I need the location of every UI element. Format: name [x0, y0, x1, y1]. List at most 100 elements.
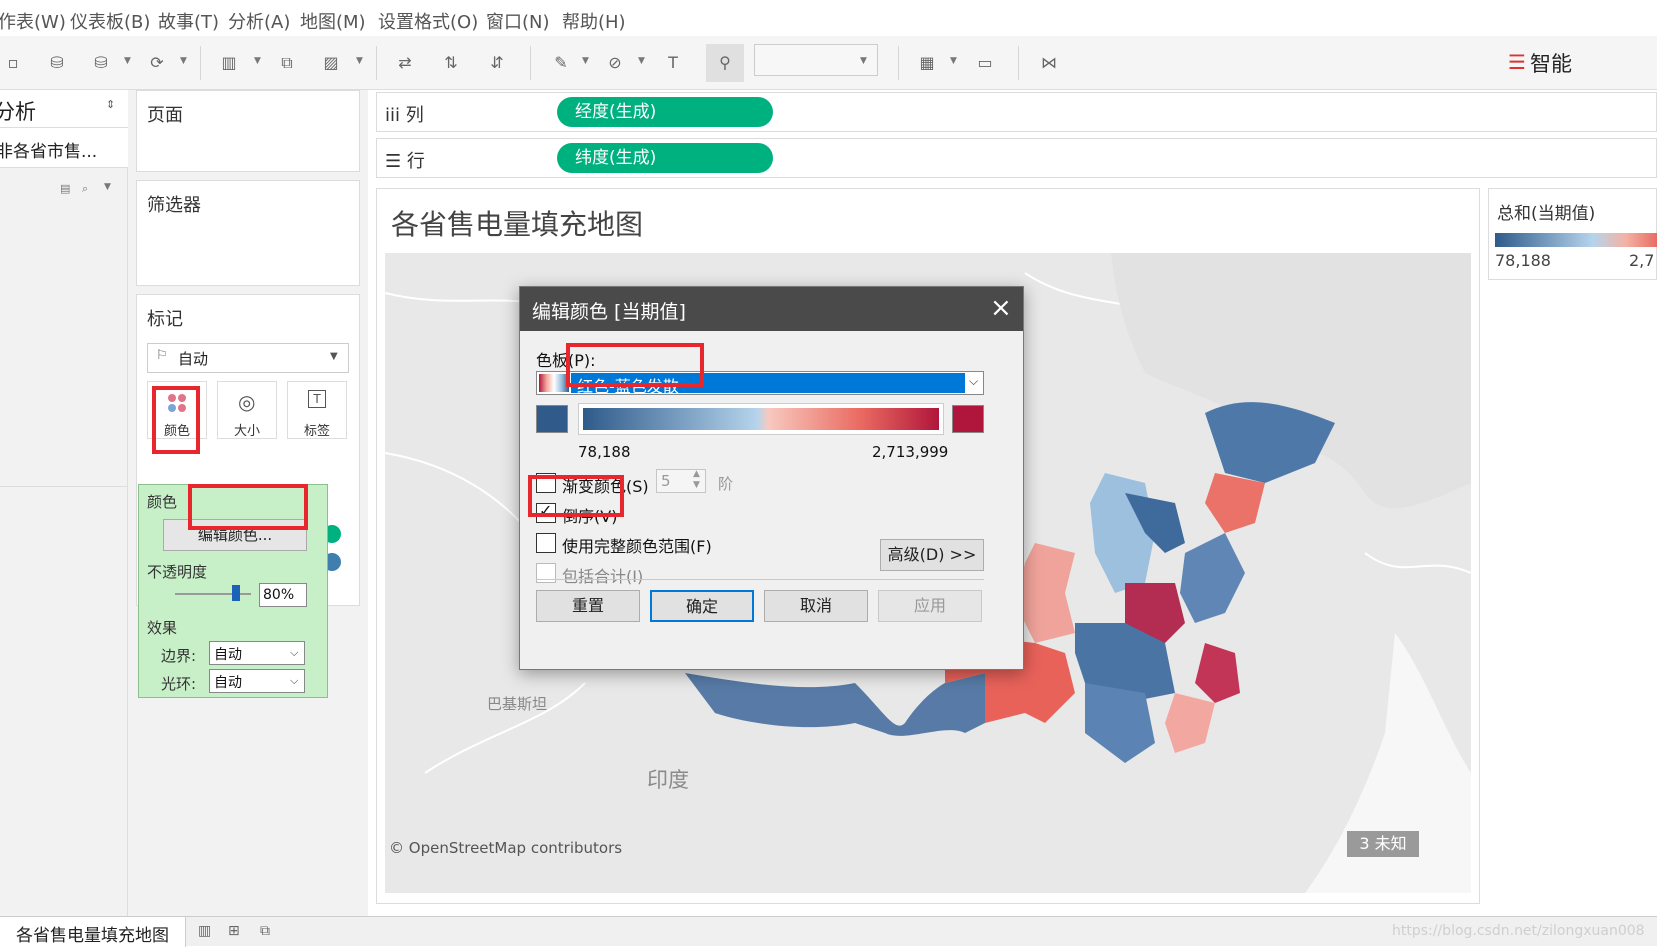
opacity-slider-thumb[interactable] [231, 585, 240, 601]
highlight-box [152, 386, 200, 454]
datasource-item[interactable]: 非各省市售... [0, 128, 128, 168]
marks-title: 标记 [147, 309, 183, 330]
new-dashboard-icon[interactable]: ⊞ [228, 923, 240, 939]
presentation-icon[interactable]: ▭ [972, 50, 998, 76]
new-datasource-icon[interactable]: ⛁ [44, 50, 70, 76]
chevron-down-icon[interactable]: ▼ [950, 56, 957, 66]
halo-label: 光环: [161, 675, 197, 693]
menu-story[interactable]: 故事(T) [158, 8, 219, 34]
swap-icon[interactable]: ⇄ [392, 50, 418, 76]
highlight-box [188, 484, 308, 530]
label-icon: T [308, 390, 326, 408]
highlight-box [528, 475, 624, 517]
sheet-tab-label: 各省售电量填充地图 [16, 926, 169, 946]
sort-ascending-icon[interactable]: ⇅ [438, 50, 464, 76]
apply-button[interactable]: 应用 [878, 590, 982, 622]
menu-help[interactable]: 帮助(H) [562, 8, 626, 34]
chevron-down-icon[interactable]: ▼ [860, 56, 867, 66]
halo-value: 自动 [214, 675, 242, 691]
mark-type-dropdown[interactable]: ⚐ 自动 ▼ [147, 343, 349, 373]
reset-button[interactable]: 重置 [536, 590, 640, 622]
label-mark-label: 标签 [304, 424, 331, 439]
rows-shelf[interactable]: ☰ 行 纬度(生成) [376, 138, 1657, 178]
refresh-icon[interactable]: ⟳ [144, 50, 170, 76]
border-dropdown[interactable]: 自动 ⌵ [209, 641, 305, 665]
steps-spinner[interactable]: 5 ▲ ▼ [656, 469, 706, 493]
clear-sheet-icon[interactable]: ▨ [318, 50, 344, 76]
columns-shelf[interactable]: iii 列 经度(生成) [376, 92, 1657, 132]
sort-toggle-icon[interactable]: ⇕ [106, 98, 115, 111]
longitude-pill[interactable]: 经度(生成) [557, 97, 773, 127]
advanced-button[interactable]: 高级(D) >> [880, 539, 984, 571]
datasource-icon[interactable]: ⛁ [88, 50, 114, 76]
pane-header: 分析 ⇕ [0, 90, 128, 128]
unknown-indicator[interactable]: 3 未知 [1347, 831, 1419, 857]
highlight-icon[interactable]: ✎ [548, 50, 574, 76]
chevron-down-icon: ▼ [330, 351, 338, 362]
full-range-checkbox[interactable] [536, 533, 556, 553]
menu-dashboard[interactable]: 仪表板(B) [70, 8, 150, 34]
sort-descending-icon[interactable]: ⇵ [484, 50, 510, 76]
opacity-label: 不透明度 [147, 563, 208, 581]
opacity-input[interactable]: 80% [259, 583, 307, 607]
chevron-down-icon[interactable]: ▼ [582, 56, 589, 66]
range-min: 78,188 [578, 443, 631, 461]
spinner-up-icon[interactable]: ▲ [693, 469, 700, 479]
include-totals-label: 包括合计(I) [562, 567, 644, 586]
label-icon[interactable]: T [660, 50, 686, 76]
menu-worksheet[interactable]: 作表(W) [0, 8, 66, 34]
chevron-down-icon[interactable]: ▼ [124, 56, 131, 66]
include-totals-checkbox[interactable] [536, 563, 556, 583]
chevron-down-icon[interactable]: ▼ [638, 56, 645, 66]
border-label: 边界: [161, 647, 197, 665]
start-color-swatch[interactable] [536, 405, 568, 433]
sheet-tab[interactable]: 各省售电量填充地图 [0, 917, 186, 947]
rows-icon: ☰ [385, 151, 402, 172]
sheet-tabs-bar: 各省售电量填充地图 ▥ ⊞ ⧉ https://blog.csdn.net/zi… [0, 916, 1657, 947]
halo-dropdown[interactable]: 自动 ⌵ [209, 669, 305, 693]
new-story-icon[interactable]: ⧉ [260, 923, 270, 939]
new-worksheet-icon[interactable]: ▥ [198, 923, 211, 939]
menu-map[interactable]: 地图(M) [300, 8, 366, 34]
palette-swatch [539, 374, 569, 392]
divider [0, 486, 128, 487]
show-me-label[interactable]: 智能 [1530, 48, 1572, 78]
effects-label: 效果 [147, 619, 178, 637]
cancel-button[interactable]: 取消 [764, 590, 868, 622]
label-mark-button[interactable]: T 标签 [287, 381, 347, 439]
menu-analysis[interactable]: 分析(A) [228, 8, 290, 34]
view-list-icon[interactable]: ▤ [60, 182, 70, 195]
watermark: https://blog.csdn.net/zilongxuan008 [1392, 923, 1645, 939]
pane-title: 分析 [0, 100, 36, 124]
menu-format[interactable]: 设置格式(O) [378, 8, 478, 34]
chevron-down-icon[interactable]: ▼ [254, 56, 261, 66]
menu-window[interactable]: 窗口(N) [486, 8, 550, 34]
fix-axes-icon[interactable]: ⚲ [706, 44, 744, 82]
new-worksheet-icon[interactable]: ▥ [216, 50, 242, 76]
ok-button[interactable]: 确定 [650, 590, 754, 622]
show-cards-icon[interactable]: ▦ [914, 50, 940, 76]
close-icon[interactable]: × [990, 293, 1012, 323]
spinner-down-icon[interactable]: ▼ [693, 480, 700, 490]
map-icon: ⚐ [156, 348, 168, 363]
size-mark-button[interactable]: ◎ 大小 [217, 381, 277, 439]
group-icon[interactable]: ⊘ [602, 50, 628, 76]
end-color-swatch[interactable] [952, 405, 984, 433]
search-icon[interactable]: ⌕ [82, 182, 88, 196]
show-me-icon[interactable]: ☰ [1508, 50, 1526, 74]
legend-gradient [1495, 233, 1657, 247]
duplicate-icon[interactable]: ⧉ [274, 50, 300, 76]
chevron-down-icon[interactable]: ▼ [356, 56, 363, 66]
chevron-down-icon[interactable]: ▼ [104, 182, 111, 192]
edit-colors-dialog: 编辑颜色 [当期值] × 色板(P): 红色-蓝色发散 ⌵ 78,188 2,7… [519, 286, 1024, 670]
color-legend[interactable]: 总和(当期值) 78,188 2,7 [1488, 188, 1657, 280]
chevron-down-icon[interactable]: ▼ [180, 56, 187, 66]
pages-card[interactable]: 页面 [136, 90, 360, 172]
filters-card[interactable]: 筛选器 [136, 180, 360, 286]
share-icon[interactable]: ⋈ [1036, 50, 1062, 76]
color-popup-title: 颜色 [147, 493, 178, 511]
latitude-pill[interactable]: 纬度(生成) [557, 143, 773, 173]
save-icon[interactable]: ▫ [0, 50, 26, 76]
dialog-divider [536, 579, 984, 580]
toolbar-divider [200, 46, 201, 80]
